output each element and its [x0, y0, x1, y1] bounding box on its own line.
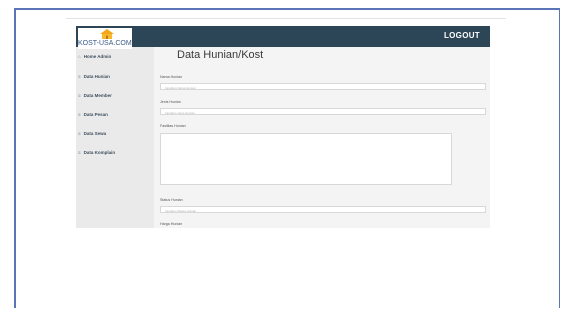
nama-hunian-input[interactable]: Inputkan Nama Hunian — [160, 83, 486, 90]
status-hunian-input[interactable]: Inputkan Status Hunian — [160, 206, 486, 213]
placeholder-text: Inputkan Status Hunian — [165, 208, 197, 213]
nama-hunian-label: Nama Hunian — [160, 75, 182, 79]
list-icon: ≡ — [78, 74, 81, 79]
top-bar: LOGOUT — [76, 26, 490, 47]
list-icon: ≡ — [78, 93, 81, 98]
placeholder-text: Inputkan Jenis Hunian — [165, 110, 195, 115]
sidebar-item-label: Data Pesan — [83, 112, 108, 117]
status-hunian-label: Status Hunian — [160, 198, 183, 202]
sidebar-item-label: Data Member — [83, 93, 112, 98]
sidebar: ⌂ Home Admin ≡ Data Hunian ≡ Data Member ≡ D… — [76, 47, 154, 228]
main-content: Data Hunian/Kost Nama Hunian Inputkan Na… — [156, 47, 490, 228]
sidebar-item-data-member[interactable]: ≡ Data Member — [78, 93, 112, 98]
list-icon: ≡ — [78, 131, 81, 136]
harga-hunian-label: Harga Hunian — [160, 222, 183, 226]
sidebar-item-home-admin[interactable]: ⌂ Home Admin — [78, 54, 111, 59]
sidebar-item-label: Data Sewa — [83, 131, 107, 136]
sidebar-item-data-komplain[interactable]: ≡ Data Komplain — [78, 150, 115, 155]
home-icon: ⌂ — [78, 54, 81, 59]
jenis-hunian-input[interactable]: Inputkan Jenis Hunian — [160, 108, 486, 115]
page-title: Data Hunian/Kost — [177, 49, 264, 61]
fasilitas-hunian-textarea[interactable] — [160, 133, 452, 185]
list-icon: ≡ — [78, 112, 81, 117]
sidebar-item-data-hunian[interactable]: ≡ Data Hunian — [78, 74, 110, 79]
jenis-hunian-label: Jenis Hunian — [160, 100, 181, 104]
house-icon — [100, 29, 114, 39]
fasilitas-hunian-label: Fasilitas Hunian — [160, 124, 186, 128]
placeholder-text: Inputkan Nama Hunian — [165, 85, 196, 90]
sidebar-item-label: Home Admin — [83, 54, 112, 59]
divider — [66, 18, 506, 19]
sidebar-item-data-sewa[interactable]: ≡ Data Sewa — [78, 131, 106, 136]
sidebar-item-label: Data Hunian — [83, 74, 110, 79]
sidebar-item-data-pesan[interactable]: ≡ Data Pesan — [78, 112, 108, 117]
logo-text: KOST-USA.COM — [78, 40, 132, 47]
logout-button[interactable]: LOGOUT — [444, 31, 480, 40]
list-icon: ≡ — [78, 150, 81, 155]
logo: KOST-USA.COM — [78, 28, 132, 49]
admin-app: LOGOUT ⌂ Home Admin ≡ Data Hunian ≡ Data Me… — [76, 26, 490, 228]
sidebar-item-label: Data Komplain — [83, 150, 116, 155]
